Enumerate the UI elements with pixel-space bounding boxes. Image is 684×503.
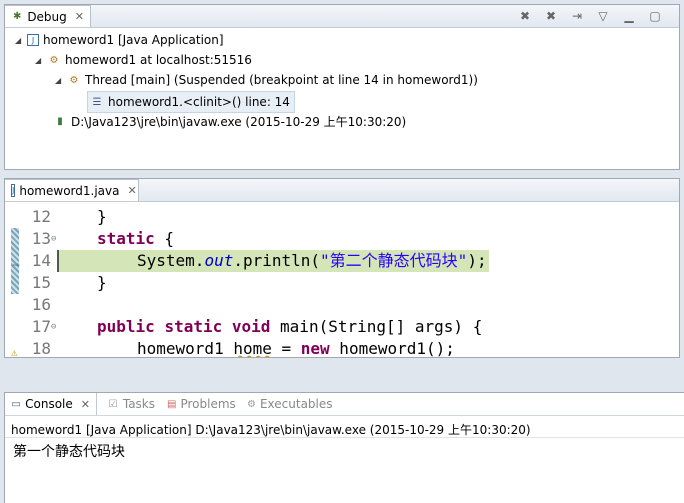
code-token: .println( <box>233 251 321 270</box>
code-string: "第二个静态代码块" <box>320 251 468 270</box>
code-text: homeword1 home = new homeword1(); <box>137 338 455 358</box>
console-icon: ▭ <box>11 398 21 410</box>
java-file-icon: J <box>11 184 16 197</box>
tab-debug-label: Debug <box>27 9 67 24</box>
view-menu-icon[interactable]: ▽ <box>595 8 611 24</box>
debug-tabbar: ✱ Debug ✕ ✖ ✖ ⇥ ▽ ▁ ▢ <box>5 5 679 28</box>
tab-console[interactable]: ▭ Console ✕ <box>5 393 97 415</box>
tab-editor-label: homeword1.java <box>19 183 120 198</box>
expand-arrow-icon[interactable]: ◢ <box>35 56 43 65</box>
console-header: homeword1 [Java Application] D:\Java123\… <box>11 423 531 437</box>
debug-toolbar: ✖ ✖ ⇥ ▽ ▁ ▢ <box>517 8 663 24</box>
line-number: 13 <box>31 229 51 248</box>
minimize-icon[interactable]: ▁ <box>621 8 637 24</box>
code-token: } <box>97 207 107 226</box>
code-variable: home <box>233 339 272 358</box>
code-token: { <box>154 229 175 248</box>
code-text: } <box>97 206 107 228</box>
code-keyword: static <box>97 229 155 248</box>
console-view: ▭ Console ✕ ☑ Tasks ▤ Problems ⚙ Executa… <box>4 392 684 503</box>
tree-label-thread: Thread [main] (Suspended (breakpoint at … <box>85 73 478 87</box>
tree-row-thread[interactable]: ◢ ⚙ Thread [main] (Suspended (breakpoint… <box>55 70 478 90</box>
tree-label-process: D:\Java123\jre\bin\javaw.exe (2015-10-29… <box>71 114 407 129</box>
debug-view: ✱ Debug ✕ ✖ ✖ ⇥ ▽ ▁ ▢ ◢ J homeword1 [Jav… <box>4 4 680 170</box>
thread-suspended-icon: ⚙ <box>69 74 79 86</box>
line-number: 16 <box>31 295 51 314</box>
code-line-15[interactable]: 15 } <box>5 272 679 294</box>
tab-executables-label: Executables <box>259 397 333 411</box>
fold-collapse-icon[interactable]: ⊖ <box>51 228 56 250</box>
code-token: } <box>97 273 107 292</box>
code-keyword: public <box>97 317 155 336</box>
tree-row-app[interactable]: ◢ J homeword1 [Java Application] <box>15 30 224 50</box>
tab-debug[interactable]: ✱ Debug ✕ <box>5 5 91 27</box>
line-number: 18 <box>31 339 51 358</box>
code-field: out <box>204 251 234 270</box>
close-icon[interactable]: ✕ <box>81 398 90 411</box>
code-token: ); <box>467 251 487 270</box>
expand-arrow-icon[interactable]: ◢ <box>15 36 23 45</box>
code-line-14[interactable]: ⇨ 14 System.out.println("第二个静态代码块"); <box>5 250 679 272</box>
tree-label-frame: homeword1.<clinit>() line: 14 <box>108 95 290 109</box>
remove-all-terminated-icon[interactable]: ✖ <box>543 8 559 24</box>
code-token: homeword1 <box>137 339 234 358</box>
problems-icon: ▤ <box>167 398 177 410</box>
code-line-16[interactable]: 16 <box>5 294 679 316</box>
code-text: } <box>97 272 107 294</box>
tree-row-target[interactable]: ◢ ⚙ homeword1 at localhost:51516 <box>35 50 252 70</box>
warning-icon[interactable]: ⚠ <box>11 342 18 357</box>
tab-tasks[interactable]: ☑ Tasks <box>101 393 161 415</box>
tab-problems[interactable]: ▤ Problems <box>161 393 241 415</box>
code-text: static { <box>97 228 174 250</box>
code-line-18[interactable]: ⚠ 18 homeword1 home = new homeword1(); <box>5 338 679 358</box>
debug-target-icon: ⚙ <box>49 54 59 66</box>
close-icon[interactable]: ✕ <box>75 10 84 23</box>
code-line-12[interactable]: 12 } <box>5 206 679 228</box>
tree-label-target: homeword1 at localhost:51516 <box>65 53 252 67</box>
code-text: System.out.println("第二个静态代码块"); <box>137 250 487 272</box>
tree-row-frame[interactable]: ☰ homeword1.<clinit>() line: 14 <box>87 91 295 113</box>
editor-view: J homeword1.java ✕ 12 } 13 ⊖ static { ⇨ … <box>4 178 680 358</box>
line-number: 14 <box>31 251 51 270</box>
console-tabbar: ▭ Console ✕ ☑ Tasks ▤ Problems ⚙ Executa… <box>5 393 684 416</box>
java-app-icon: J <box>27 34 39 46</box>
maximize-icon[interactable]: ▢ <box>647 8 663 24</box>
tab-problems-label: Problems <box>180 397 236 411</box>
code-token: System. <box>137 251 205 270</box>
process-icon: ▮ <box>57 115 63 127</box>
tree-label-app: homeword1 [Java Application] <box>43 33 224 47</box>
stack-frame-icon: ☰ <box>92 96 102 108</box>
close-icon[interactable]: ✕ <box>127 184 136 197</box>
debug-bug-icon: ✱ <box>12 11 22 22</box>
line-number: 17 <box>31 317 51 336</box>
remove-terminated-icon[interactable]: ✖ <box>517 8 533 24</box>
tab-tasks-label: Tasks <box>122 397 155 411</box>
console-divider <box>5 437 684 438</box>
code-line-13[interactable]: 13 ⊖ static { <box>5 228 679 250</box>
code-keyword: static <box>164 317 223 336</box>
tasks-icon: ☑ <box>108 398 118 410</box>
code-token: homeword1(); <box>329 339 455 358</box>
line-number: 15 <box>31 273 51 292</box>
code-token: = <box>271 339 301 358</box>
expand-arrow-icon[interactable]: ◢ <box>55 76 63 85</box>
editor-tabbar: J homeword1.java ✕ <box>5 179 679 202</box>
code-keyword: void <box>231 317 271 336</box>
tab-console-label: Console <box>25 397 73 411</box>
code-line-17[interactable]: 17 ⊖ public static void main(String[] ar… <box>5 316 679 338</box>
code-keyword: new <box>300 339 330 358</box>
executables-icon: ⚙ <box>247 398 256 410</box>
code-text: public static void main(String[] args) { <box>97 316 482 338</box>
console-output[interactable]: 第一个静态代码块 <box>13 441 125 461</box>
tab-homeword1-java[interactable]: J homeword1.java ✕ <box>5 179 139 201</box>
tab-executables[interactable]: ⚙ Executables <box>241 393 337 415</box>
fold-collapse-icon[interactable]: ⊖ <box>51 316 56 338</box>
line-number: 12 <box>31 207 51 226</box>
tree-row-process[interactable]: ▮ D:\Java123\jre\bin\javaw.exe (2015-10-… <box>53 111 406 131</box>
step-icon[interactable]: ⇥ <box>569 8 585 24</box>
code-token: main(String[] args) { <box>270 317 483 336</box>
